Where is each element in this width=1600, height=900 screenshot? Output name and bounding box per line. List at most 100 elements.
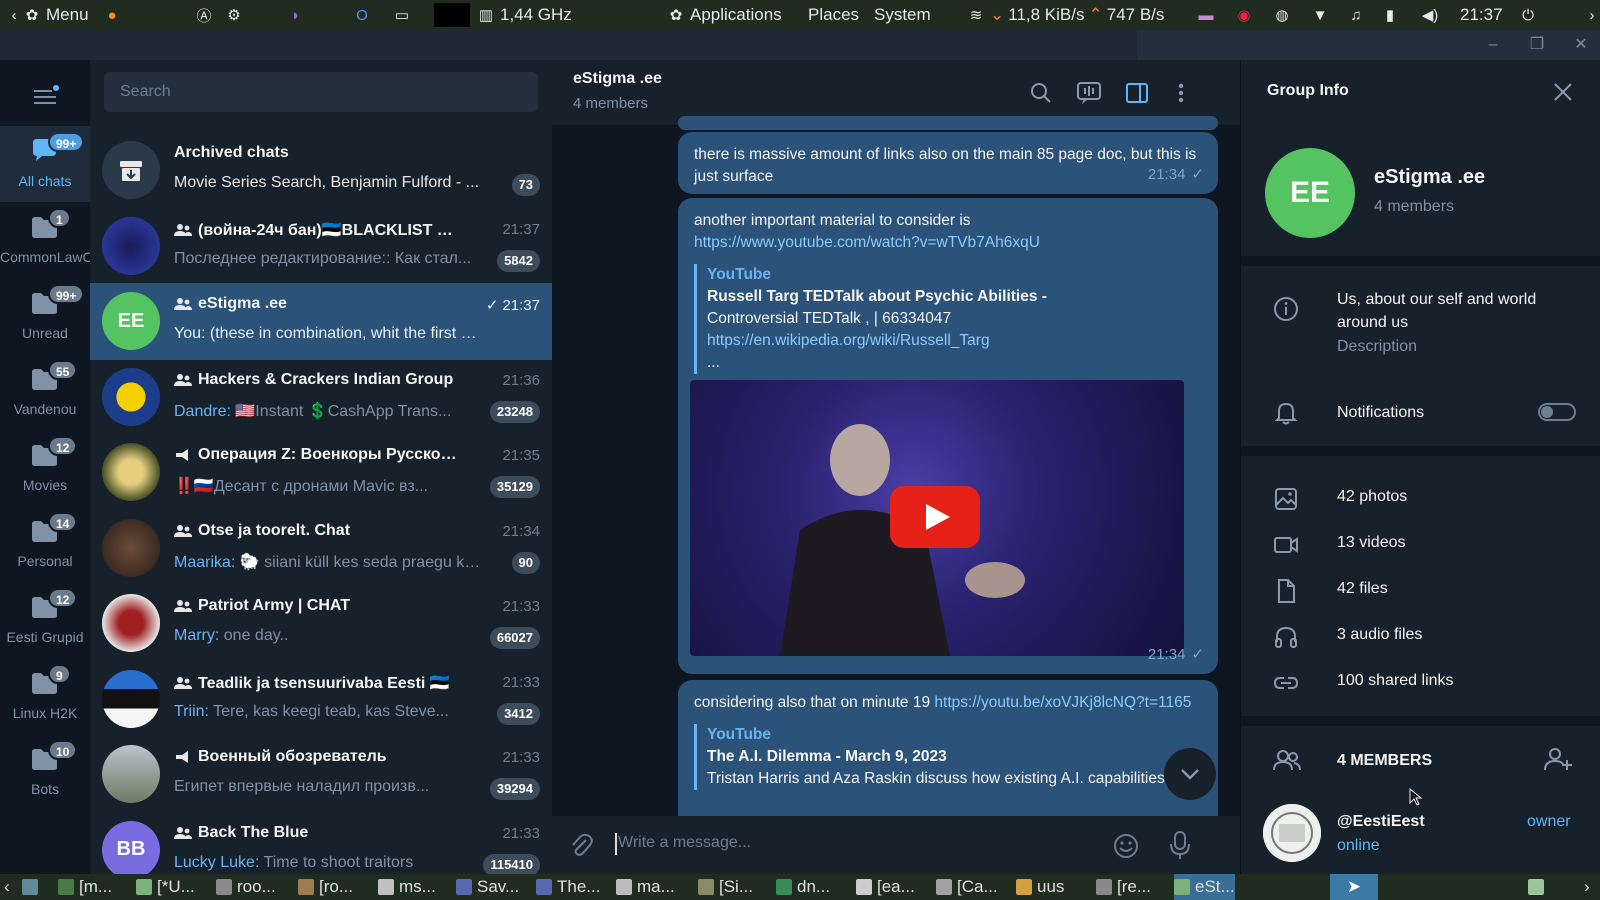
- chat-row[interactable]: Операция Z: Военкоры Русской Ве... 21:35 ‼…: [90, 434, 552, 511]
- folder-tab[interactable]: 9 Linux H2K: [0, 658, 90, 734]
- chat-preview: Movie Series Search, Benjamin Fulford - …: [174, 174, 480, 191]
- group-avatar[interactable]: EE: [1265, 148, 1355, 238]
- chat-row[interactable]: Patriot Army | CHAT 21:33 Marry: one day..…: [90, 585, 552, 662]
- play-button[interactable]: [890, 486, 980, 548]
- chat-row[interactable]: EE eStigma .ee ✓ 21:37 You: (these in combin…: [90, 283, 552, 360]
- tor-browser-icon[interactable]: ◑: [284, 0, 304, 30]
- power-icon[interactable]: ⏻: [1518, 0, 1538, 30]
- shared-media-row[interactable]: 3 audio files: [1241, 614, 1600, 660]
- attach-button[interactable]: [568, 832, 594, 858]
- shared-media-row[interactable]: 100 shared links: [1241, 660, 1600, 706]
- folder-tab[interactable]: 12 Eesti Grupid: [0, 582, 90, 658]
- taskbar-window-button[interactable]: dn...: [776, 874, 830, 900]
- tray-app-icon[interactable]: ▬: [1196, 0, 1216, 30]
- folder-tab[interactable]: 12 Movies: [0, 430, 90, 506]
- member-name[interactable]: @EestiEest: [1337, 813, 1425, 831]
- folder-tab[interactable]: 10 Bots: [0, 734, 90, 810]
- applications-menu[interactable]: ✿ Applications: [666, 0, 782, 30]
- taskbar-window-button[interactable]: ma...: [616, 874, 675, 900]
- message-text: another important material to consider i…: [694, 212, 971, 229]
- more-options-button[interactable]: [1168, 80, 1194, 106]
- voice-record-button[interactable]: [1166, 830, 1194, 860]
- tray-wifi-icon[interactable]: ▼: [1310, 0, 1330, 30]
- taskbar-window-button[interactable]: [Si...: [698, 874, 753, 900]
- launcher-a-icon[interactable]: Ⓐ: [194, 0, 214, 30]
- taskbar-window-button[interactable]: eSt...: [1174, 874, 1235, 900]
- tray-update-icon[interactable]: ◉: [1234, 0, 1254, 30]
- chat-row[interactable]: (война-24ч бан)🇪🇪BLACKLIST CHAT... 21:37 П…: [90, 208, 552, 285]
- folder-tab[interactable]: 14 Personal: [0, 506, 90, 582]
- maximize-button[interactable]: ❐: [1526, 34, 1548, 56]
- telegram-taskbar-button[interactable]: ➤: [1330, 874, 1378, 900]
- taskbar-window-button[interactable]: [m...: [58, 874, 112, 900]
- taskbar-window-button[interactable]: roo...: [216, 874, 276, 900]
- preview-link[interactable]: https://en.wikipedia.org/wiki/Russell_Ta…: [707, 332, 990, 349]
- clock[interactable]: 21:37: [1460, 0, 1503, 30]
- opera-icon[interactable]: O: [352, 0, 372, 30]
- link-preview[interactable]: YouTube Russell Targ TEDTalk about Psych…: [694, 264, 1202, 374]
- taskbar-window-button[interactable]: uus: [1016, 874, 1064, 900]
- message-link[interactable]: https://www.youtube.com/watch?v=wTVb7Ah6…: [694, 234, 1040, 251]
- link-preview[interactable]: YouTube The A.I. Dilemma - March 9, 2023…: [694, 724, 1202, 790]
- tray-volume-icon[interactable]: ◀): [1420, 0, 1440, 30]
- search-input[interactable]: Search: [104, 72, 538, 112]
- chat-row[interactable]: Otse ja toorelt. Chat 21:34 Maarika: 🐑 sii…: [90, 510, 552, 587]
- message-link[interactable]: https://youtu.be/xoVJKj8lcNQ?t=1165: [934, 694, 1191, 711]
- titlebar-drag-area[interactable]: [0, 30, 1137, 60]
- folder-tab[interactable]: 1 CommonLawCLC: [0, 202, 110, 278]
- unread-count-badge: 23248: [489, 400, 540, 423]
- taskbar-scroll-right-icon[interactable]: ›: [1584, 874, 1590, 900]
- taskbar-window-button[interactable]: [ro...: [298, 874, 353, 900]
- taskbar-window-button[interactable]: Sav...: [456, 874, 519, 900]
- taskbar-scroll-left-icon[interactable]: ‹: [4, 874, 10, 900]
- menu-button[interactable]: ✿ Menu: [22, 0, 89, 30]
- shared-media-row[interactable]: 13 videos: [1241, 522, 1600, 568]
- toggle-sidebar-button[interactable]: [1124, 80, 1150, 106]
- folder-tab[interactable]: 99+ All chats: [0, 126, 90, 202]
- notifications-toggle[interactable]: [1538, 403, 1576, 421]
- chat-row[interactable]: Teadlik ja tsensuurivaba Eesti 🇪🇪 21:33 Tr…: [90, 661, 552, 738]
- search-chat-button[interactable]: [1028, 80, 1054, 106]
- minimize-button[interactable]: –: [1482, 34, 1504, 56]
- taskbar-window-button[interactable]: The...: [536, 874, 600, 900]
- emoji-button[interactable]: [1112, 832, 1140, 860]
- taskbar-window-button[interactable]: [re...: [1096, 874, 1151, 900]
- trash-icon[interactable]: [1528, 874, 1544, 900]
- chat-row[interactable]: BB Back The Blue 21:33 Lucky Luke: Time to …: [90, 812, 552, 874]
- close-window-button[interactable]: ✕: [1570, 34, 1592, 56]
- message-bubble[interactable]: considering also that on minute 19 https…: [678, 680, 1218, 830]
- system-menu[interactable]: System: [874, 0, 931, 30]
- shared-media-row[interactable]: 42 photos: [1241, 476, 1600, 522]
- message-bubble[interactable]: another important material to consider i…: [678, 198, 1218, 674]
- chat-row[interactable]: Hackers & Crackers Indian Group 21:36 Dand…: [90, 359, 552, 436]
- shared-media-row[interactable]: 42 files: [1241, 568, 1600, 614]
- show-desktop-icon[interactable]: [22, 874, 38, 900]
- add-member-button[interactable]: [1543, 746, 1573, 774]
- terminal-icon[interactable]: ▭: [392, 0, 412, 30]
- voice-chat-button[interactable]: [1076, 80, 1102, 106]
- message-input[interactable]: Write a message...: [618, 834, 751, 852]
- panel-scroll-left-icon[interactable]: ‹: [4, 0, 24, 30]
- chat-row[interactable]: Военный обозреватель 21:33 Египет впервые …: [90, 736, 552, 813]
- tray-vpn-icon[interactable]: ◍: [1272, 0, 1292, 30]
- archived-chats-row[interactable]: Archived chats Movie Series Search, Benja…: [90, 132, 552, 209]
- scroll-to-bottom-button[interactable]: [1164, 748, 1216, 800]
- message-bubble[interactable]: there is massive amount of links also on…: [678, 132, 1218, 194]
- tray-bell-icon[interactable]: ♫: [1346, 0, 1366, 30]
- close-info-button[interactable]: [1551, 80, 1575, 104]
- taskbar-window-button[interactable]: [*U...: [136, 874, 195, 900]
- taskbar-window-button[interactable]: [Ca...: [936, 874, 998, 900]
- places-menu[interactable]: Places: [808, 0, 859, 30]
- folder-tab[interactable]: 55 Vandenou: [0, 354, 90, 430]
- folder-tab[interactable]: 99+ Unread: [0, 278, 90, 354]
- video-thumbnail[interactable]: [690, 380, 1184, 656]
- panel-scroll-right-icon[interactable]: ›: [1582, 0, 1600, 30]
- chat-name: Операция Z: Военкоры Русской Ве...: [174, 446, 464, 464]
- taskbar-window-button[interactable]: ms...: [378, 874, 436, 900]
- taskbar-window-button[interactable]: [ea...: [856, 874, 915, 900]
- main-menu-button[interactable]: [30, 82, 60, 112]
- firefox-icon[interactable]: ●: [102, 0, 122, 30]
- settings-icon[interactable]: ⚙: [224, 0, 244, 30]
- member-avatar[interactable]: [1263, 804, 1321, 862]
- tray-battery-icon[interactable]: ▮: [1380, 0, 1400, 30]
